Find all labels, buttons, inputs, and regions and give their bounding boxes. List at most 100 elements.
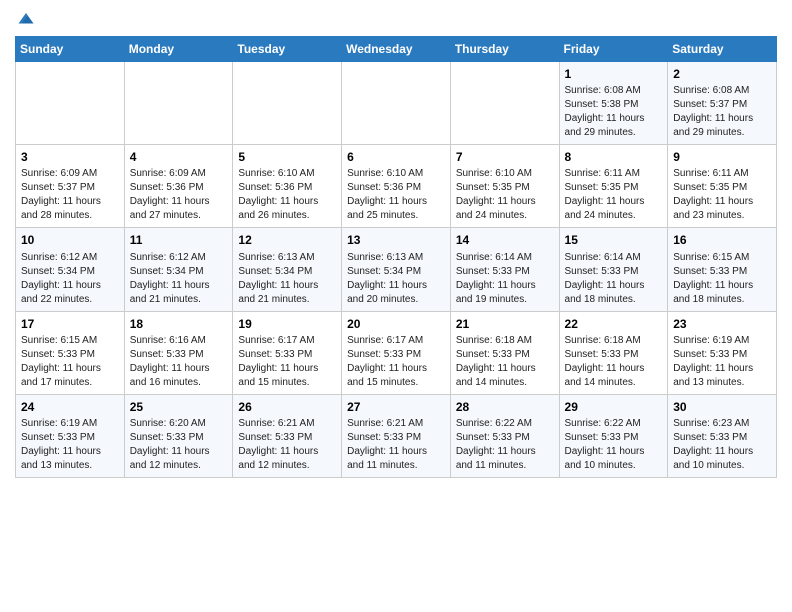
- day-info: Sunrise: 6:08 AM Sunset: 5:37 PM Dayligh…: [673, 84, 771, 140]
- day-info: Sunrise: 6:10 AM Sunset: 5:35 PM Dayligh…: [456, 167, 554, 223]
- calendar-cell: 15Sunrise: 6:14 AM Sunset: 5:33 PM Dayli…: [559, 228, 668, 311]
- day-number: 16: [673, 232, 771, 248]
- calendar-cell: 10 Sunrise: 6:12 AM Sunset: 5:34 PM Dayli…: [16, 228, 125, 311]
- calendar: SundayMondayTuesdayWednesdayThursdayFrid…: [15, 36, 777, 478]
- day-info: Sunrise: 6:21 AM Sunset: 5:33 PM Dayligh…: [347, 417, 445, 473]
- day-info: Sunrise: 6:23 AM Sunset: 5:33 PM Dayligh…: [673, 417, 771, 473]
- day-info: Sunrise: 6:15 AM Sunset: 5:33 PM Dayligh…: [21, 334, 119, 390]
- calendar-day-header: Friday: [559, 37, 668, 62]
- logo-icon: [17, 10, 35, 28]
- day-info: Sunrise: 6:12 AM Sunset: 5:34 PM Dayligh…: [21, 251, 119, 307]
- day-info: Sunrise: 6:14 AM Sunset: 5:33 PM Dayligh…: [456, 251, 554, 307]
- day-number: 11: [130, 232, 228, 248]
- day-number: 26: [238, 399, 336, 415]
- day-number: 13: [347, 232, 445, 248]
- header: [15, 10, 777, 28]
- calendar-cell: 17 Sunrise: 6:15 AM Sunset: 5:33 PM Dayli…: [16, 311, 125, 394]
- day-number: 6: [347, 149, 445, 165]
- calendar-cell: 27Sunrise: 6:21 AM Sunset: 5:33 PM Dayli…: [342, 394, 451, 477]
- calendar-cell: 8 Sunrise: 6:11 AM Sunset: 5:35 PM Daylig…: [559, 145, 668, 228]
- day-number: 2: [673, 66, 771, 82]
- day-info: Sunrise: 6:10 AM Sunset: 5:36 PM Dayligh…: [347, 167, 445, 223]
- day-info: Sunrise: 6:18 AM Sunset: 5:33 PM Dayligh…: [456, 334, 554, 390]
- calendar-cell: [233, 62, 342, 145]
- calendar-week-row: 3 Sunrise: 6:09 AM Sunset: 5:37 PM Daylig…: [16, 145, 777, 228]
- day-info: Sunrise: 6:08 AM Sunset: 5:38 PM Dayligh…: [565, 84, 663, 140]
- calendar-cell: 16 Sunrise: 6:15 AM Sunset: 5:33 PM Dayli…: [668, 228, 777, 311]
- calendar-cell: [124, 62, 233, 145]
- day-number: 22: [565, 316, 663, 332]
- day-info: Sunrise: 6:14 AM Sunset: 5:33 PM Dayligh…: [565, 251, 663, 307]
- calendar-cell: 13 Sunrise: 6:13 AM Sunset: 5:34 PM Dayli…: [342, 228, 451, 311]
- day-number: 20: [347, 316, 445, 332]
- calendar-day-header: Sunday: [16, 37, 125, 62]
- calendar-cell: 29 Sunrise: 6:22 AM Sunset: 5:33 PM Dayli…: [559, 394, 668, 477]
- day-info: Sunrise: 6:20 AM Sunset: 5:33 PM Dayligh…: [130, 417, 228, 473]
- calendar-cell: 9Sunrise: 6:11 AM Sunset: 5:35 PM Daylig…: [668, 145, 777, 228]
- day-number: 21: [456, 316, 554, 332]
- calendar-cell: 28 Sunrise: 6:22 AM Sunset: 5:33 PM Dayli…: [450, 394, 559, 477]
- calendar-cell: 22Sunrise: 6:18 AM Sunset: 5:33 PM Dayli…: [559, 311, 668, 394]
- calendar-day-header: Wednesday: [342, 37, 451, 62]
- day-number: 12: [238, 232, 336, 248]
- calendar-cell: 24Sunrise: 6:19 AM Sunset: 5:33 PM Dayli…: [16, 394, 125, 477]
- calendar-cell: 3 Sunrise: 6:09 AM Sunset: 5:37 PM Daylig…: [16, 145, 125, 228]
- calendar-day-header: Monday: [124, 37, 233, 62]
- calendar-day-header: Tuesday: [233, 37, 342, 62]
- calendar-cell: 26 Sunrise: 6:21 AM Sunset: 5:33 PM Dayli…: [233, 394, 342, 477]
- day-info: Sunrise: 6:19 AM Sunset: 5:33 PM Dayligh…: [673, 334, 771, 390]
- calendar-week-row: 24Sunrise: 6:19 AM Sunset: 5:33 PM Dayli…: [16, 394, 777, 477]
- calendar-cell: 14 Sunrise: 6:14 AM Sunset: 5:33 PM Dayli…: [450, 228, 559, 311]
- day-number: 7: [456, 149, 554, 165]
- day-number: 14: [456, 232, 554, 248]
- calendar-week-row: 10 Sunrise: 6:12 AM Sunset: 5:34 PM Dayli…: [16, 228, 777, 311]
- calendar-cell: [16, 62, 125, 145]
- day-info: Sunrise: 6:22 AM Sunset: 5:33 PM Dayligh…: [565, 417, 663, 473]
- day-info: Sunrise: 6:17 AM Sunset: 5:33 PM Dayligh…: [238, 334, 336, 390]
- day-info: Sunrise: 6:09 AM Sunset: 5:37 PM Dayligh…: [21, 167, 119, 223]
- day-number: 29: [565, 399, 663, 415]
- calendar-header-row: SundayMondayTuesdayWednesdayThursdayFrid…: [16, 37, 777, 62]
- calendar-cell: 23Sunrise: 6:19 AM Sunset: 5:33 PM Dayli…: [668, 311, 777, 394]
- day-info: Sunrise: 6:12 AM Sunset: 5:34 PM Dayligh…: [130, 251, 228, 307]
- calendar-cell: 25 Sunrise: 6:20 AM Sunset: 5:33 PM Dayli…: [124, 394, 233, 477]
- day-info: Sunrise: 6:13 AM Sunset: 5:34 PM Dayligh…: [238, 251, 336, 307]
- calendar-cell: [450, 62, 559, 145]
- calendar-cell: 30 Sunrise: 6:23 AM Sunset: 5:33 PM Dayli…: [668, 394, 777, 477]
- day-number: 10: [21, 232, 119, 248]
- calendar-cell: 20 Sunrise: 6:17 AM Sunset: 5:33 PM Dayli…: [342, 311, 451, 394]
- day-number: 30: [673, 399, 771, 415]
- day-info: Sunrise: 6:16 AM Sunset: 5:33 PM Dayligh…: [130, 334, 228, 390]
- calendar-week-row: 1Sunrise: 6:08 AM Sunset: 5:38 PM Daylig…: [16, 62, 777, 145]
- day-number: 4: [130, 149, 228, 165]
- calendar-week-row: 17 Sunrise: 6:15 AM Sunset: 5:33 PM Dayli…: [16, 311, 777, 394]
- day-number: 5: [238, 149, 336, 165]
- calendar-cell: 21 Sunrise: 6:18 AM Sunset: 5:33 PM Dayli…: [450, 311, 559, 394]
- day-info: Sunrise: 6:09 AM Sunset: 5:36 PM Dayligh…: [130, 167, 228, 223]
- calendar-cell: 18Sunrise: 6:16 AM Sunset: 5:33 PM Dayli…: [124, 311, 233, 394]
- day-info: Sunrise: 6:15 AM Sunset: 5:33 PM Dayligh…: [673, 251, 771, 307]
- logo: [15, 10, 35, 28]
- calendar-cell: 19 Sunrise: 6:17 AM Sunset: 5:33 PM Dayli…: [233, 311, 342, 394]
- calendar-cell: [342, 62, 451, 145]
- day-number: 19: [238, 316, 336, 332]
- calendar-cell: 7 Sunrise: 6:10 AM Sunset: 5:35 PM Daylig…: [450, 145, 559, 228]
- day-info: Sunrise: 6:11 AM Sunset: 5:35 PM Dayligh…: [565, 167, 663, 223]
- day-number: 25: [130, 399, 228, 415]
- day-number: 8: [565, 149, 663, 165]
- day-number: 17: [21, 316, 119, 332]
- calendar-cell: 5 Sunrise: 6:10 AM Sunset: 5:36 PM Daylig…: [233, 145, 342, 228]
- calendar-cell: 11 Sunrise: 6:12 AM Sunset: 5:34 PM Dayli…: [124, 228, 233, 311]
- day-info: Sunrise: 6:17 AM Sunset: 5:33 PM Dayligh…: [347, 334, 445, 390]
- day-number: 28: [456, 399, 554, 415]
- day-info: Sunrise: 6:22 AM Sunset: 5:33 PM Dayligh…: [456, 417, 554, 473]
- day-number: 24: [21, 399, 119, 415]
- calendar-cell: 2 Sunrise: 6:08 AM Sunset: 5:37 PM Daylig…: [668, 62, 777, 145]
- day-info: Sunrise: 6:21 AM Sunset: 5:33 PM Dayligh…: [238, 417, 336, 473]
- calendar-cell: 1Sunrise: 6:08 AM Sunset: 5:38 PM Daylig…: [559, 62, 668, 145]
- day-info: Sunrise: 6:10 AM Sunset: 5:36 PM Dayligh…: [238, 167, 336, 223]
- calendar-cell: 6 Sunrise: 6:10 AM Sunset: 5:36 PM Daylig…: [342, 145, 451, 228]
- day-info: Sunrise: 6:11 AM Sunset: 5:35 PM Dayligh…: [673, 167, 771, 223]
- day-info: Sunrise: 6:13 AM Sunset: 5:34 PM Dayligh…: [347, 251, 445, 307]
- day-number: 3: [21, 149, 119, 165]
